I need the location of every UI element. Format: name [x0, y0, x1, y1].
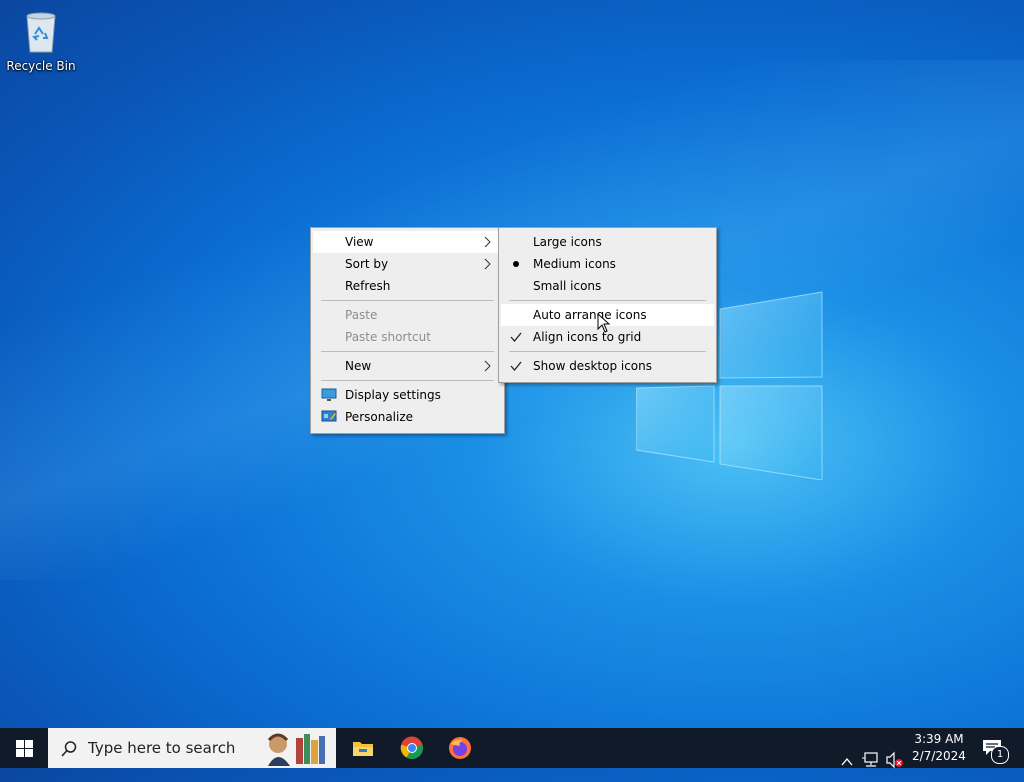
- start-button[interactable]: [0, 728, 48, 768]
- menu-item-display-settings-label: Display settings: [345, 388, 441, 402]
- taskbar-chrome[interactable]: [388, 728, 436, 768]
- menu-item-refresh-label: Refresh: [345, 279, 391, 293]
- menu-item-personalize-label: Personalize: [345, 410, 414, 424]
- taskbar-clock[interactable]: 3:39 AM 2/7/2024: [908, 731, 970, 765]
- recycle-bin-icon: [26, 12, 56, 53]
- submenu-item-show-desktop-icons[interactable]: Show desktop icons: [501, 355, 714, 377]
- menu-item-sort-by-label: Sort by: [345, 257, 389, 271]
- menu-item-display-settings[interactable]: Display settings: [313, 384, 502, 406]
- mouse-cursor-icon: [597, 313, 611, 333]
- menu-separator: [321, 380, 494, 381]
- search-icon: [61, 741, 77, 757]
- submenu-item-medium-icons-label: Medium icons: [533, 257, 616, 271]
- chevron-right-icon: [484, 236, 491, 248]
- menu-item-paste-shortcut: Paste shortcut: [313, 326, 502, 348]
- submenu-item-medium-icons[interactable]: Medium icons: [501, 253, 714, 275]
- personalize-icon: [321, 410, 337, 422]
- view-submenu: Large icons Medium icons Small icons Aut…: [498, 227, 717, 383]
- menu-separator: [321, 300, 494, 301]
- checkmark-icon: [510, 332, 522, 343]
- menu-separator: [509, 300, 706, 301]
- menu-item-new-label: New: [345, 359, 372, 373]
- menu-separator: [509, 351, 706, 352]
- taskbar: Type here to search 3:39 AM 2/7/2024 1: [0, 728, 1024, 769]
- menu-item-refresh[interactable]: Refresh: [313, 275, 502, 297]
- submenu-item-large-icons[interactable]: Large icons: [501, 231, 714, 253]
- desktop-context-menu: View Sort by Refresh Paste Paste shortcu…: [310, 227, 505, 434]
- menu-item-personalize[interactable]: Personalize: [313, 406, 502, 428]
- recycle-bin-label: Recycle Bin: [6, 59, 76, 73]
- notification-count-badge: 1: [991, 746, 1009, 764]
- windows-start-icon: [16, 740, 33, 757]
- search-placeholder: Type here to search: [88, 739, 236, 757]
- checkmark-icon: [510, 361, 522, 372]
- menu-item-view[interactable]: View: [313, 231, 502, 253]
- submenu-item-small-icons-label: Small icons: [533, 279, 602, 293]
- submenu-item-large-icons-label: Large icons: [533, 235, 602, 249]
- submenu-item-show-desktop-icons-label: Show desktop icons: [533, 359, 653, 373]
- clock-date: 2/7/2024: [912, 749, 966, 763]
- taskbar-firefox[interactable]: [436, 728, 484, 768]
- clock-time: 3:39 AM: [914, 732, 964, 746]
- bullet-icon: [513, 261, 519, 267]
- taskbar-search-box[interactable]: Type here to search: [48, 728, 336, 768]
- submenu-item-small-icons[interactable]: Small icons: [501, 275, 714, 297]
- firefox-icon: [449, 737, 471, 759]
- menu-item-paste-shortcut-label: Paste shortcut: [345, 330, 431, 344]
- chevron-up-icon[interactable]: [840, 742, 854, 782]
- file-explorer-icon: [353, 742, 373, 756]
- menu-item-view-label: View: [345, 235, 374, 249]
- menu-item-new[interactable]: New: [313, 355, 502, 377]
- menu-item-sort-by[interactable]: Sort by: [313, 253, 502, 275]
- search-highlight-illustration: [267, 733, 325, 766]
- chevron-right-icon: [484, 360, 491, 372]
- recycle-bin-shortcut[interactable]: Recycle Bin: [6, 8, 76, 73]
- taskbar-file-explorer[interactable]: [338, 728, 386, 768]
- network-icon[interactable]: [862, 740, 880, 780]
- menu-item-paste-label: Paste: [345, 308, 378, 322]
- submenu-item-auto-arrange-label: Auto arrange icons: [533, 308, 647, 322]
- display-settings-icon: [321, 388, 337, 401]
- chrome-icon: [400, 736, 423, 759]
- action-center-button[interactable]: 1: [978, 728, 1018, 768]
- menu-separator: [321, 351, 494, 352]
- submenu-item-align-to-grid-label: Align icons to grid: [533, 330, 642, 344]
- chevron-right-icon: [484, 258, 491, 270]
- menu-item-paste: Paste: [313, 304, 502, 326]
- volume-muted-icon[interactable]: [885, 740, 905, 780]
